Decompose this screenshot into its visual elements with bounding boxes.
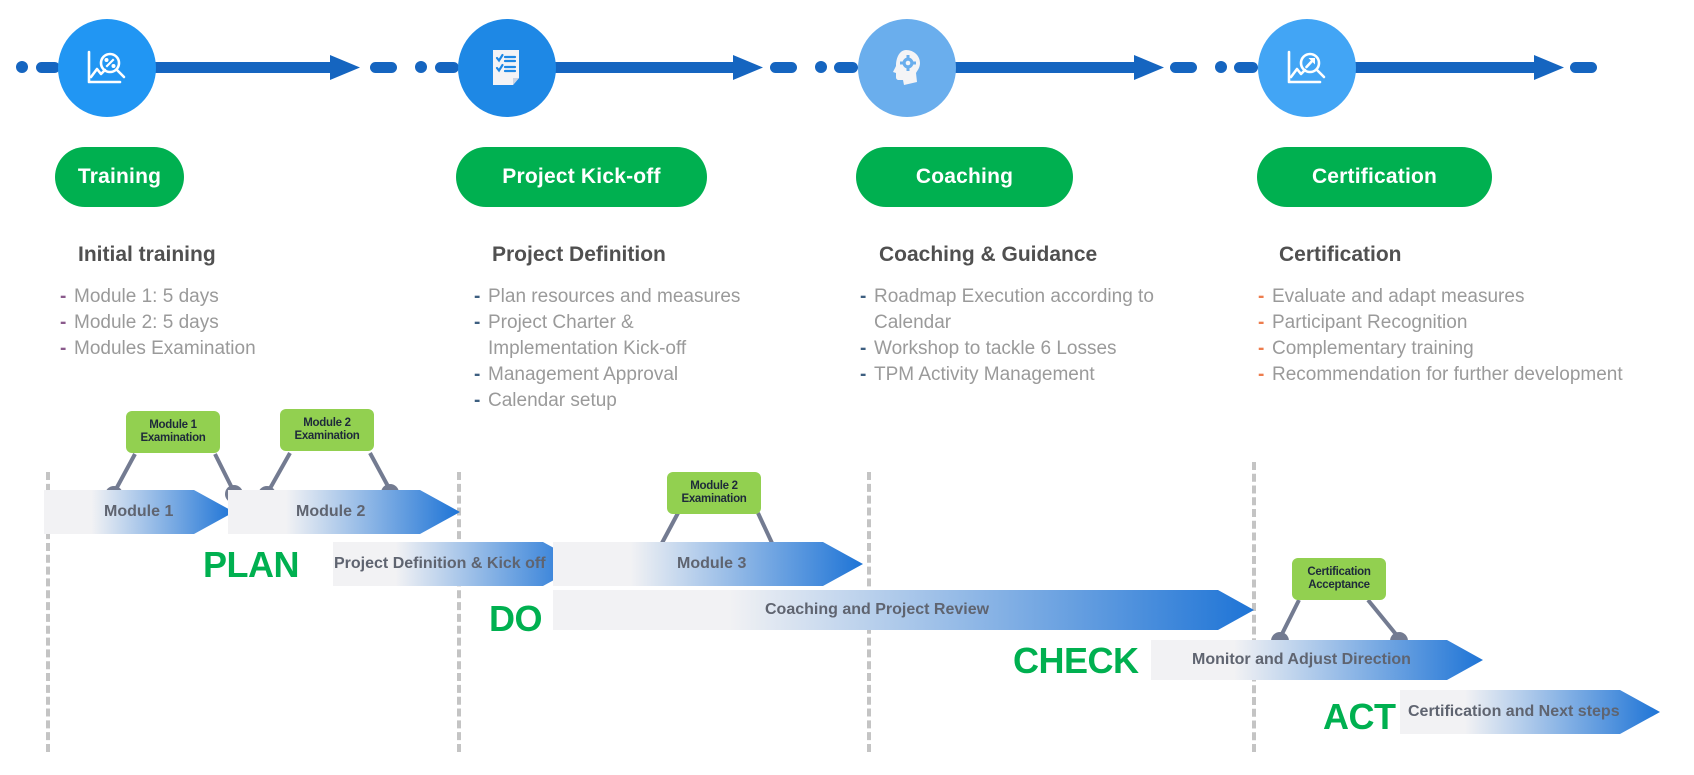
bar-label: Project Definition & Kick off xyxy=(334,555,546,572)
milestone-certification-acceptance: Certification Acceptance xyxy=(1292,558,1386,600)
bullet-list-training: - Module 1: 5 days - Module 2: 5 days - Mod… xyxy=(60,284,256,362)
list-item: - Roadmap Execution according to xyxy=(860,286,1154,307)
timeline-dash xyxy=(370,62,397,73)
timeline-line xyxy=(150,62,330,73)
list-item: - Participant Recognition xyxy=(1258,312,1468,333)
phase-circle-training xyxy=(58,19,156,117)
gantt-bar-coaching-review: Coaching and Project Review xyxy=(553,590,1254,630)
timeline-line xyxy=(1354,62,1534,73)
timeline-dot xyxy=(815,61,827,73)
list-item: - Modules Examination xyxy=(60,338,256,359)
milestone-module-2-exam-b: Module 2 Examination xyxy=(667,472,761,514)
timeline-connector xyxy=(16,55,1597,80)
phase-circle-coaching xyxy=(858,19,956,117)
timeline-dash xyxy=(770,62,797,73)
list-item-continuation: Calendar xyxy=(874,312,952,333)
list-item: - Evaluate and adapt measures xyxy=(1258,286,1525,307)
timeline-dash xyxy=(834,62,858,73)
bar-label: Module 3 xyxy=(677,555,747,572)
phase-pill-training: Training xyxy=(55,147,184,207)
timeline-dash xyxy=(1234,62,1258,73)
head-gear-icon xyxy=(893,50,920,85)
list-item: - Complementary training xyxy=(1258,338,1474,359)
bar-label: Module 2 xyxy=(296,503,366,520)
list-item-continuation: Implementation Kick-off xyxy=(488,338,687,359)
pdca-plan-label: PLAN xyxy=(203,544,300,585)
gantt-bar-module-1: Module 1 xyxy=(44,490,234,534)
chart-magnifier-arrow-icon xyxy=(1287,50,1326,84)
bullet-list-coaching: - Roadmap Execution according to Calendar… xyxy=(860,284,1154,388)
timeline-dash xyxy=(1170,62,1197,73)
list-item: - Module 1: 5 days xyxy=(60,286,219,307)
gantt-bar-project-definition: Project Definition & Kick off xyxy=(333,542,583,586)
gantt-bar-monitor-adjust: Monitor and Adjust Direction xyxy=(1151,640,1483,680)
list-item: - Recommendation for further development xyxy=(1258,364,1623,385)
bar-label: Certification and Next steps xyxy=(1408,703,1620,720)
list-item: - TPM Activity Management xyxy=(860,364,1095,385)
list-item: - Calendar setup xyxy=(474,390,617,411)
gantt-bar-module-3: Module 3 xyxy=(553,542,863,586)
bullet-list-certification: - Evaluate and adapt measures - Participan… xyxy=(1258,284,1623,388)
phase-pill-kickoff: Project Kick-off xyxy=(456,147,707,207)
timeline-dot xyxy=(1215,61,1227,73)
timeline-line xyxy=(553,62,733,73)
list-item: - Plan resources and measures xyxy=(474,286,741,307)
timeline-dash xyxy=(435,62,459,73)
pdca-act-label: ACT xyxy=(1323,696,1396,737)
timeline-dash xyxy=(36,62,60,73)
list-item: - Module 2: 5 days xyxy=(60,312,219,333)
phase-circle-kickoff xyxy=(458,19,556,117)
timeline-line xyxy=(954,62,1134,73)
bullet-list-kickoff: - Plan resources and measures - Project Ch… xyxy=(474,284,740,414)
timeline-arrowhead xyxy=(1134,55,1164,80)
list-item: - Project Charter & xyxy=(474,312,634,333)
pdca-check-label: CHECK xyxy=(1013,640,1139,681)
timeline-arrowhead xyxy=(330,55,360,80)
timeline-dot xyxy=(16,61,28,73)
bar-label: Monitor and Adjust Direction xyxy=(1192,651,1411,668)
phase-circle-certification xyxy=(1258,19,1356,117)
bar-label: Module 1 xyxy=(104,503,174,520)
phase-pill-certification: Certification xyxy=(1257,147,1492,207)
milestone-module-1-exam: Module 1 Examination xyxy=(126,411,220,453)
section-title-coaching-guidance: Coaching & Guidance xyxy=(879,243,1098,266)
section-title-initial-training: Initial training xyxy=(78,243,216,266)
chart-magnifier-percent-icon xyxy=(87,50,126,84)
pdca-do-label: DO xyxy=(489,598,543,639)
bar-label: Coaching and Project Review xyxy=(765,601,990,618)
checklist-document-icon xyxy=(493,50,519,85)
gantt-bar-certification-next: Certification and Next steps xyxy=(1400,690,1660,734)
timeline-dash xyxy=(1570,62,1597,73)
list-item: - Workshop to tackle 6 Losses xyxy=(860,338,1117,359)
gantt-bar-module-2: Module 2 xyxy=(228,490,460,534)
list-item: - Management Approval xyxy=(474,364,679,385)
phase-pill-coaching: Coaching xyxy=(856,147,1073,207)
milestone-module-2-exam: Module 2 Examination xyxy=(280,409,374,451)
timeline-arrowhead xyxy=(733,55,763,80)
section-title-project-definition: Project Definition xyxy=(492,243,666,266)
timeline-arrowhead xyxy=(1534,55,1564,80)
section-title-certification: Certification xyxy=(1279,243,1402,266)
timeline-dot xyxy=(415,61,427,73)
